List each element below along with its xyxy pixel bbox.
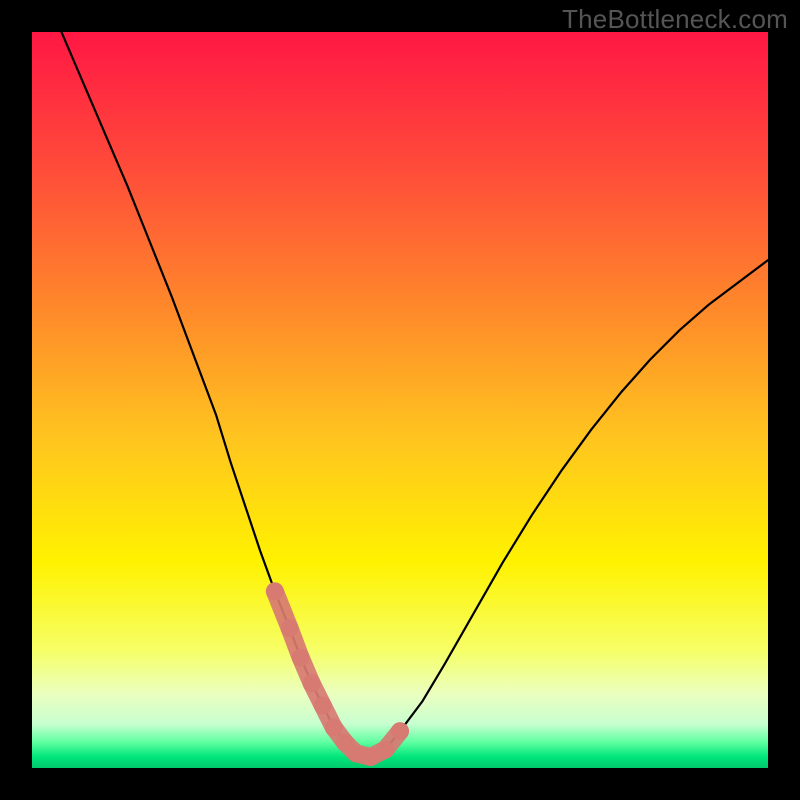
marker-dot [391,722,409,740]
marker-dot [303,674,321,692]
marker-dot [292,649,310,667]
plot-area [32,32,768,768]
gradient-background [32,32,768,768]
marker-dot [325,719,343,737]
marker-dot [281,619,299,637]
marker-dot [376,741,394,759]
marker-dot [314,696,332,714]
chart-frame: TheBottleneck.com [0,0,800,800]
chart-svg [32,32,768,768]
watermark-text: TheBottleneck.com [562,4,788,35]
marker-dot [266,582,284,600]
